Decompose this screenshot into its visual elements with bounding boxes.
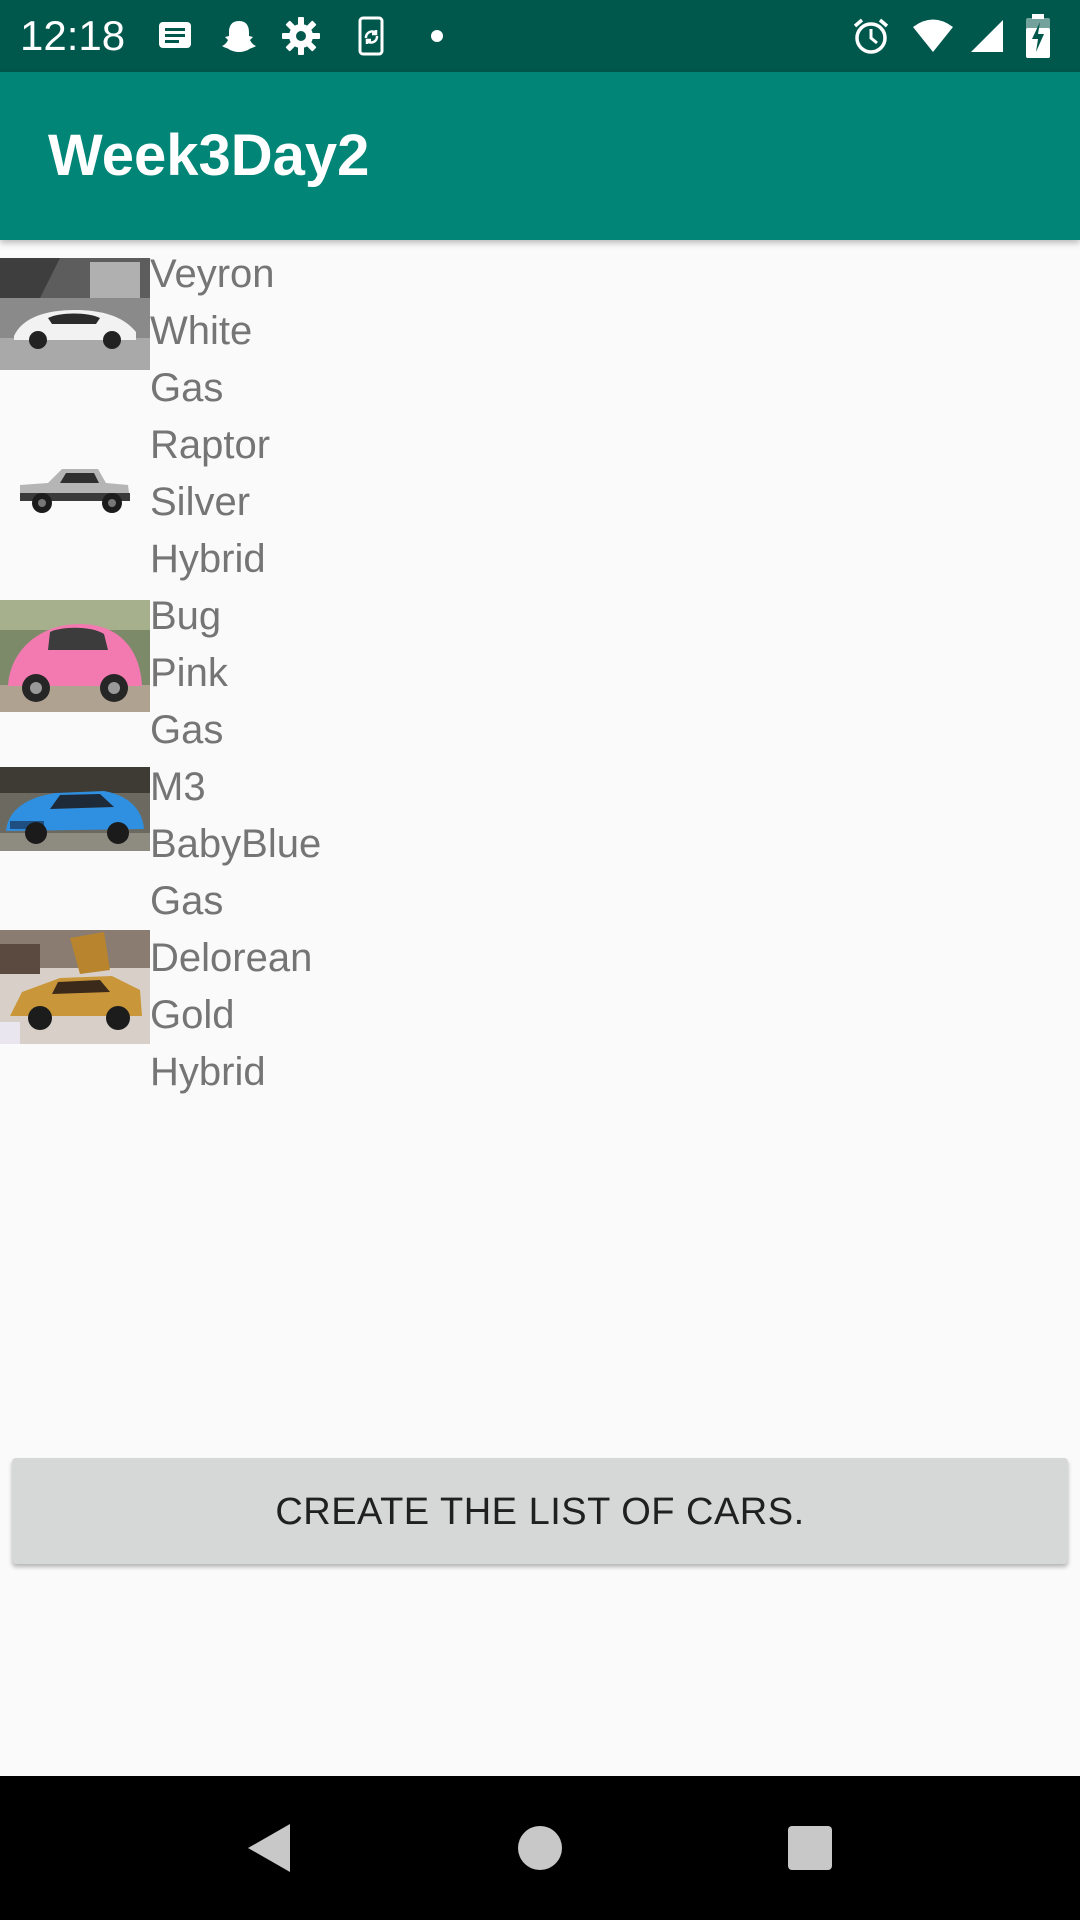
recents-icon[interactable] <box>774 1812 846 1884</box>
list-item[interactable]: Bug Pink Gas <box>0 588 1080 759</box>
car-model: Delorean <box>150 936 313 980</box>
car-image-blue-sedan <box>0 767 150 851</box>
battery-charging-icon <box>1026 14 1050 58</box>
alarm-icon <box>853 18 889 54</box>
status-bar: 12:18 <box>0 0 1080 72</box>
car-image-silver-pickup-truck <box>0 439 150 529</box>
dot-icon <box>431 30 443 42</box>
car-fuel: Gas <box>150 366 224 410</box>
list-item[interactable]: M3 BabyBlue Gas <box>0 759 1080 930</box>
app-bar: Week3Day2 <box>0 72 1080 240</box>
back-icon[interactable] <box>234 1812 306 1884</box>
car-color: White <box>150 309 253 353</box>
phone-sync-icon <box>358 16 384 56</box>
list-item[interactable]: Delorean Gold Hybrid <box>0 930 1080 1101</box>
car-details: Veyron White Gas <box>150 246 275 417</box>
car-fuel: Hybrid <box>150 537 266 581</box>
list-item[interactable]: Raptor Silver Hybrid <box>0 417 1080 588</box>
car-color: BabyBlue <box>150 822 322 866</box>
status-time: 12:18 <box>20 12 126 59</box>
car-model: Veyron <box>150 252 275 296</box>
message-icon <box>159 22 191 48</box>
car-image-gold-delorean <box>0 930 150 1044</box>
list-item[interactable]: Veyron White Gas <box>0 246 1080 417</box>
app-title: Week3Day2 <box>48 123 370 188</box>
car-list[interactable]: Veyron White Gas Raptor Silver Hybrid Bu… <box>0 246 1080 1101</box>
create-list-button[interactable]: CREATE THE LIST OF CARS. <box>12 1458 1068 1564</box>
car-color: Silver <box>150 480 251 524</box>
car-image-pink-beetle <box>0 600 150 712</box>
car-model: Raptor <box>150 423 271 467</box>
settings-icon <box>282 17 320 55</box>
car-details: M3 BabyBlue Gas <box>150 759 321 930</box>
signal-icon <box>971 20 1003 52</box>
car-model: M3 <box>150 765 206 809</box>
car-fuel: Hybrid <box>150 1050 266 1094</box>
navigation-bar <box>0 1776 1080 1920</box>
car-fuel: Gas <box>150 708 224 752</box>
app-screen: 12:18 Week3Day2 Veyron White Gas Raptor … <box>0 0 1080 1920</box>
car-image-white-supercar <box>0 258 150 370</box>
home-icon[interactable] <box>504 1812 576 1884</box>
car-color: Gold <box>150 993 235 1037</box>
car-model: Bug <box>150 594 222 638</box>
car-details: Delorean Gold Hybrid <box>150 930 312 1101</box>
wifi-icon <box>913 19 953 52</box>
snapchat-icon <box>222 21 256 52</box>
car-fuel: Gas <box>150 879 224 923</box>
car-details: Raptor Silver Hybrid <box>150 417 270 588</box>
car-color: Pink <box>150 651 228 695</box>
car-details: Bug Pink Gas <box>150 588 228 759</box>
